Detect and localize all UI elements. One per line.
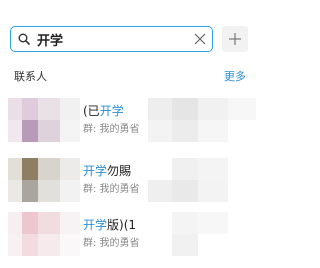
pixelated-area bbox=[138, 98, 256, 142]
list-item[interactable]: (已开学 群: 我的勇省 bbox=[0, 98, 256, 154]
clear-icon[interactable] bbox=[194, 33, 206, 45]
search-icon bbox=[18, 33, 30, 45]
title-highlight: 开学 bbox=[83, 164, 108, 178]
result-subtitle: 群: 我的勇省 bbox=[83, 184, 140, 195]
avatar bbox=[8, 212, 80, 256]
result-title: 开学版)(1 bbox=[83, 216, 136, 233]
result-subtitle: 群: 我的勇省 bbox=[83, 124, 140, 135]
search-row bbox=[10, 26, 256, 54]
section-title: 联系人 bbox=[14, 70, 47, 83]
pixelated-area bbox=[138, 212, 256, 256]
search-input[interactable] bbox=[37, 30, 187, 48]
title-suffix: 勿賜 bbox=[107, 164, 132, 178]
avatar bbox=[8, 158, 80, 202]
result-title: 开学勿賜 bbox=[83, 162, 131, 179]
plus-icon bbox=[229, 33, 241, 45]
pixelated-area bbox=[138, 158, 256, 202]
list-item[interactable]: 开学勿賜 群: 我的勇省 bbox=[0, 158, 256, 214]
list-item[interactable]: 开学版)(1 群: 我的勇省 bbox=[0, 212, 256, 268]
title-suffix: 版)(1 bbox=[107, 218, 137, 232]
result-title: (已开学 bbox=[83, 102, 124, 119]
add-button[interactable] bbox=[222, 26, 248, 52]
avatar bbox=[8, 98, 80, 142]
result-subtitle: 群: 我的勇省 bbox=[83, 238, 140, 249]
title-highlight: 开学 bbox=[99, 104, 124, 118]
title-highlight: 开学 bbox=[83, 218, 108, 232]
section-header: 联系人 更多 bbox=[14, 68, 246, 84]
search-box[interactable] bbox=[10, 26, 213, 52]
more-link[interactable]: 更多 bbox=[224, 68, 246, 84]
title-prefix: (已 bbox=[83, 104, 100, 118]
